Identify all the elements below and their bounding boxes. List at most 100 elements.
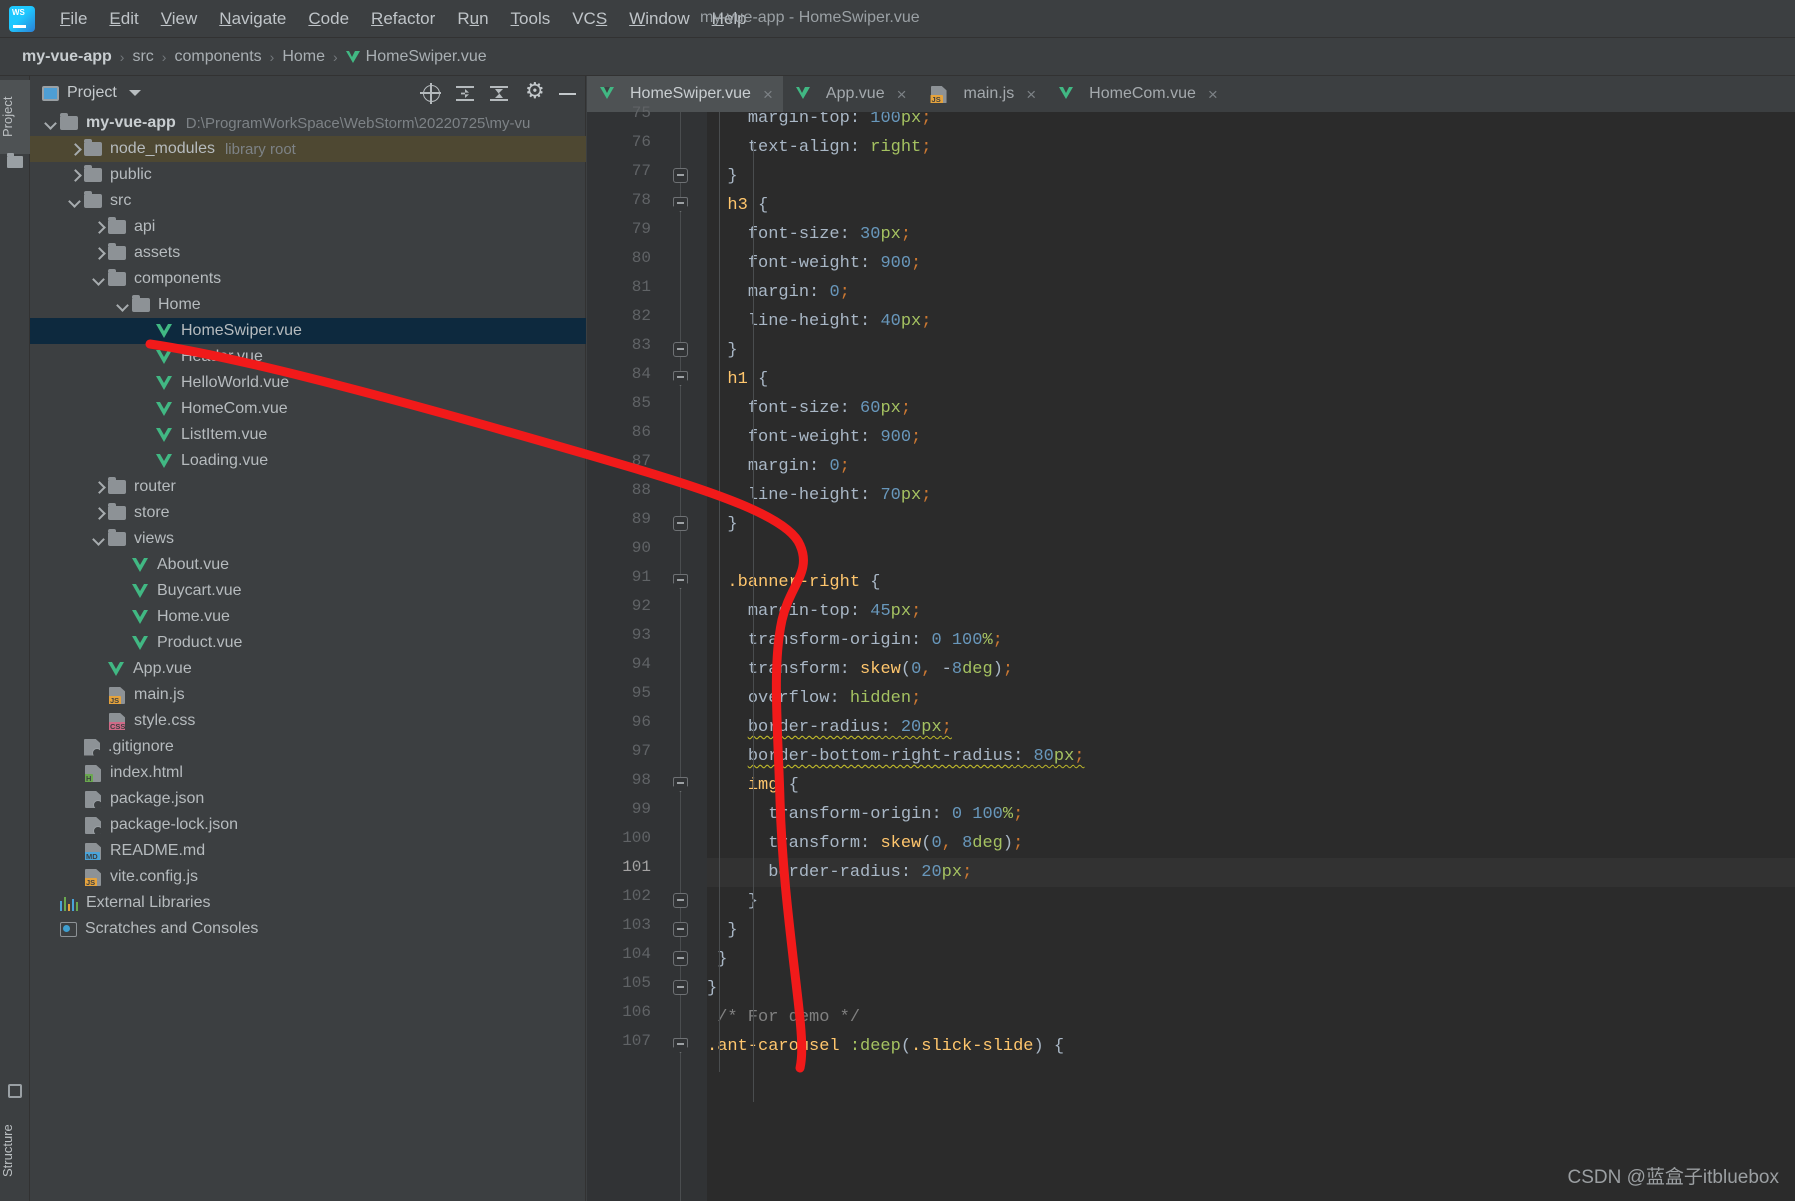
chevron-down-icon[interactable] bbox=[92, 532, 106, 546]
code-line: } bbox=[727, 341, 738, 360]
expand-all-icon[interactable] bbox=[450, 80, 480, 107]
close-icon[interactable]: × bbox=[1208, 86, 1218, 103]
fold-collapse-icon[interactable] bbox=[673, 168, 688, 183]
breadcrumb-item-my-vue-app[interactable]: my-vue-app bbox=[22, 48, 112, 66]
tree-item-scratches-and-consoles[interactable]: Scratches and Consoles bbox=[30, 916, 586, 942]
fold-collapse-icon[interactable] bbox=[673, 951, 688, 966]
collapse-all-icon[interactable] bbox=[484, 80, 514, 107]
chevron-right-icon[interactable] bbox=[68, 168, 82, 182]
tree-item-external-libraries[interactable]: External Libraries bbox=[30, 890, 586, 916]
code-line: margin: 0; bbox=[747, 283, 850, 302]
close-icon[interactable]: × bbox=[763, 86, 773, 103]
code-content[interactable]: margin-top: 100px; text-align: right; } … bbox=[707, 112, 1795, 1201]
fold-collapse-icon[interactable] bbox=[673, 342, 688, 357]
tree-item-package-json[interactable]: package.json bbox=[30, 786, 586, 812]
tree-item-assets[interactable]: assets bbox=[30, 240, 586, 266]
tree-item-loading-vue[interactable]: Loading.vue bbox=[30, 448, 586, 474]
tree-item-home-vue[interactable]: Home.vue bbox=[30, 604, 586, 630]
editor-tab-main-js[interactable]: JS main.js × bbox=[917, 76, 1047, 112]
tree-item-store[interactable]: store bbox=[30, 500, 586, 526]
vue-file-icon bbox=[156, 324, 173, 338]
line-number: 93 bbox=[631, 626, 651, 644]
tree-item-public[interactable]: public bbox=[30, 162, 586, 188]
tree-item-about-vue[interactable]: About.vue bbox=[30, 552, 586, 578]
breadcrumb-item-src[interactable]: src bbox=[132, 48, 153, 66]
editor-tab-homecom-vue[interactable]: HomeCom.vue × bbox=[1046, 76, 1228, 112]
menu-window[interactable]: Window bbox=[618, 7, 700, 31]
code-line: transform-origin: 0 100%; bbox=[747, 631, 1003, 650]
menu-run[interactable]: Run bbox=[446, 7, 499, 31]
tree-item-router[interactable]: router bbox=[30, 474, 586, 500]
menu-code[interactable]: Code bbox=[297, 7, 360, 31]
chevron-right-icon[interactable] bbox=[92, 246, 106, 260]
tree-item--gitignore[interactable]: .gitignore bbox=[30, 734, 586, 760]
tree-item-homecom-vue[interactable]: HomeCom.vue bbox=[30, 396, 586, 422]
menu-tools[interactable]: Tools bbox=[500, 7, 562, 31]
close-icon[interactable]: × bbox=[1026, 86, 1036, 103]
chevron-down-icon[interactable] bbox=[44, 116, 58, 130]
tree-item-views[interactable]: views bbox=[30, 526, 586, 552]
close-icon[interactable]: × bbox=[897, 86, 907, 103]
fold-collapse-icon[interactable] bbox=[673, 922, 688, 937]
fold-collapse-icon[interactable] bbox=[673, 980, 688, 995]
tree-item-label: Home.vue bbox=[157, 608, 230, 625]
tree-item-my-vue-app[interactable]: my-vue-app D:\ProgramWorkSpace\WebStorm\2… bbox=[30, 110, 586, 136]
chevron-down-icon[interactable] bbox=[92, 272, 106, 286]
code-line: .banner-right { bbox=[727, 573, 881, 592]
left-tool-strip: Project Structure bbox=[0, 76, 30, 1201]
editor-gutter: 75 76 77 78 79 80 81 82 83 84 85 86 87 88 89 90 91 92 93 94… bbox=[587, 104, 707, 1201]
tree-item-label: External Libraries bbox=[86, 894, 211, 911]
menu-view[interactable]: View bbox=[150, 7, 209, 31]
chevron-right-icon[interactable] bbox=[68, 142, 82, 156]
tree-item-helloworld-vue[interactable]: HelloWorld.vue bbox=[30, 370, 586, 396]
menu-edit[interactable]: Edit bbox=[98, 7, 149, 31]
locate-icon[interactable] bbox=[416, 80, 446, 107]
chevron-down-icon[interactable] bbox=[128, 90, 141, 96]
chevron-right-icon[interactable] bbox=[92, 506, 106, 520]
tree-item-main-js[interactable]: JS main.js bbox=[30, 682, 586, 708]
fold-collapse-icon[interactable] bbox=[673, 516, 688, 531]
chevron-down-icon[interactable] bbox=[68, 194, 82, 208]
indent-guide bbox=[753, 141, 754, 841]
tree-item-package-lock-json[interactable]: package-lock.json bbox=[30, 812, 586, 838]
toolwindow-button-structure[interactable]: Structure bbox=[0, 1106, 30, 1196]
tree-item-index-html[interactable]: Hindex.html bbox=[30, 760, 586, 786]
menu-vcs[interactable]: VCS bbox=[561, 7, 618, 31]
tree-item-node_modules[interactable]: node_modules library root bbox=[30, 136, 586, 162]
line-number: 90 bbox=[631, 539, 651, 557]
tree-item-buycart-vue[interactable]: Buycart.vue bbox=[30, 578, 586, 604]
menu-refactor[interactable]: Refactor bbox=[360, 7, 446, 31]
breadcrumb-item-home[interactable]: Home bbox=[282, 48, 325, 66]
hide-panel-icon[interactable] bbox=[552, 80, 582, 107]
tree-item-src[interactable]: src bbox=[30, 188, 586, 214]
chevron-right-icon[interactable] bbox=[92, 220, 106, 234]
tree-item-home[interactable]: Home bbox=[30, 292, 586, 318]
breadcrumb-item-components[interactable]: components bbox=[174, 48, 261, 66]
tree-item-listitem-vue[interactable]: ListItem.vue bbox=[30, 422, 586, 448]
breadcrumb-item-homeswiper-vue[interactable]: HomeSwiper.vue bbox=[366, 48, 487, 66]
fold-region-icon[interactable] bbox=[673, 574, 688, 589]
line-number: 94 bbox=[631, 655, 651, 673]
tree-item-vite-config-js[interactable]: JS vite.config.js bbox=[30, 864, 586, 890]
toolwindow-button-project[interactable]: Project bbox=[0, 80, 30, 154]
menu-navigate[interactable]: Navigate bbox=[208, 7, 297, 31]
tree-item-components[interactable]: components bbox=[30, 266, 586, 292]
fold-collapse-icon[interactable] bbox=[673, 893, 688, 908]
tree-item-readme-md[interactable]: MD README.md bbox=[30, 838, 586, 864]
gear-icon[interactable] bbox=[518, 78, 548, 107]
fold-region-icon[interactable] bbox=[673, 371, 688, 386]
folder-icon bbox=[108, 529, 126, 546]
tree-item-style-css[interactable]: CSS style.css bbox=[30, 708, 586, 734]
chevron-down-icon[interactable] bbox=[116, 298, 130, 312]
fold-region-icon[interactable] bbox=[673, 777, 688, 792]
editor-tab-app-vue[interactable]: App.vue × bbox=[783, 76, 917, 112]
tree-item-header-vue[interactable]: Header.vue bbox=[30, 344, 586, 370]
tree-item-product-vue[interactable]: Product.vue bbox=[30, 630, 586, 656]
fold-region-icon[interactable] bbox=[673, 1038, 688, 1053]
tree-item-app-vue[interactable]: App.vue bbox=[30, 656, 586, 682]
chevron-right-icon[interactable] bbox=[92, 480, 106, 494]
fold-region-icon[interactable] bbox=[673, 197, 688, 212]
tree-item-homeswiper-vue[interactable]: HomeSwiper.vue bbox=[30, 318, 586, 344]
tree-item-api[interactable]: api bbox=[30, 214, 586, 240]
menu-file[interactable]: File bbox=[49, 7, 98, 31]
